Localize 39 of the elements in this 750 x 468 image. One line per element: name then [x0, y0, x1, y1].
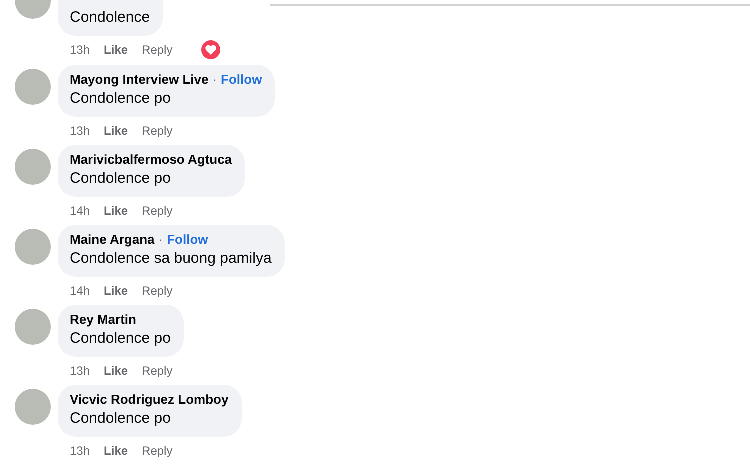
timestamp[interactable]: 13h: [70, 364, 90, 378]
timestamp[interactable]: 14h: [70, 204, 90, 218]
avatar[interactable]: [15, 149, 51, 185]
follow-link[interactable]: Follow: [221, 72, 262, 87]
author-name[interactable]: Marivicbalfermoso Agtuca: [70, 152, 232, 167]
avatar[interactable]: [15, 309, 51, 345]
author-name[interactable]: Vicvic Rodriguez Lomboy: [70, 392, 229, 407]
timestamp[interactable]: 13h: [70, 124, 90, 138]
timestamp[interactable]: 14h: [70, 284, 90, 298]
comment-text: Condolence po: [70, 329, 171, 349]
comment-text: Condolence po: [70, 89, 172, 109]
like-link[interactable]: Like: [104, 204, 128, 218]
like-link[interactable]: Like: [104, 124, 128, 138]
like-link[interactable]: Like: [104, 444, 128, 458]
like-link[interactable]: Like: [104, 364, 128, 378]
like-link[interactable]: Like: [104, 284, 128, 298]
comment-text: Condolence po: [70, 169, 172, 189]
reply-link[interactable]: Reply: [142, 364, 173, 378]
comment-text: Condolence sa buong pamilya: [70, 249, 272, 269]
follow-link[interactable]: Follow: [167, 232, 208, 247]
avatar[interactable]: [15, 389, 51, 425]
comment-text: Condolence: [70, 8, 150, 28]
reply-link[interactable]: Reply: [142, 444, 173, 458]
separator-dot: ·: [158, 232, 164, 247]
avatar[interactable]: [15, 229, 51, 265]
reply-link[interactable]: Reply: [142, 43, 173, 57]
reply-link[interactable]: Reply: [142, 284, 173, 298]
comment-text: Condolence po: [70, 409, 172, 429]
like-link[interactable]: Like: [104, 43, 128, 57]
timestamp[interactable]: 13h: [70, 444, 90, 458]
author-name[interactable]: Maine Argana: [70, 232, 155, 247]
reply-link[interactable]: Reply: [142, 204, 173, 218]
author-name[interactable]: Rey Martin: [70, 312, 136, 327]
separator-dot: ·: [212, 72, 218, 87]
author-name[interactable]: Mayong Interview Live: [70, 72, 209, 87]
heart-reaction-icon[interactable]: [200, 40, 221, 60]
avatar[interactable]: [15, 69, 51, 105]
reply-link[interactable]: Reply: [142, 124, 173, 138]
timestamp[interactable]: 13h: [70, 43, 90, 57]
